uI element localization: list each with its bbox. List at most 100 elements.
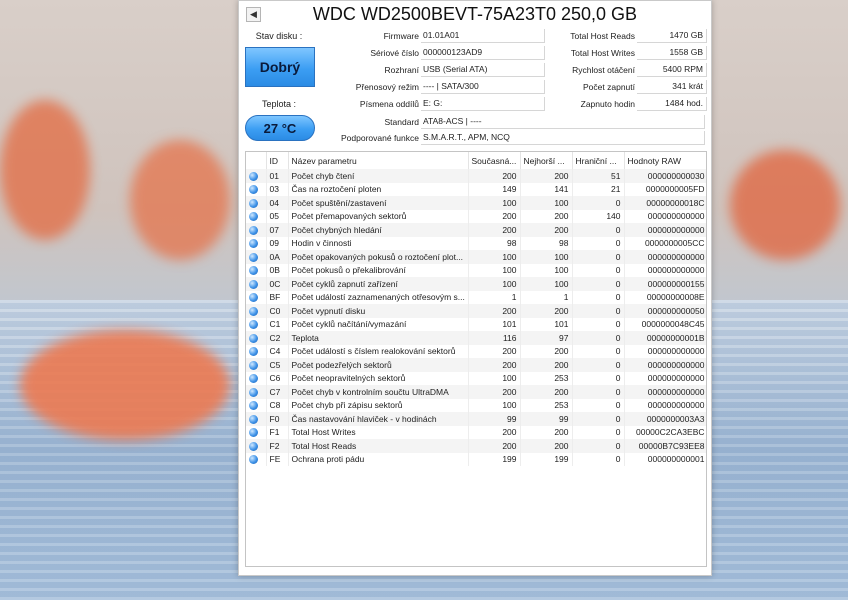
- status-badge[interactable]: Dobrý: [245, 47, 315, 87]
- attr-current: 200: [468, 169, 521, 183]
- attr-name: Počet spuštění/zastavení: [288, 196, 469, 210]
- disk-info-window: ◀ WDC WD2500BEVT-75A23T0 250,0 GB Stav d…: [238, 0, 712, 576]
- attr-name: Počet podezřelých sektorů: [288, 358, 469, 372]
- column-header-worst[interactable]: Nejhorší ...: [520, 152, 573, 169]
- attr-name: Počet chyb v kontrolním součtu UltraDMA: [288, 385, 469, 399]
- rotation-speed-label: Rychlost otáčení: [572, 65, 635, 75]
- attr-threshold: 0: [572, 236, 625, 250]
- column-header-name[interactable]: Název parametru: [288, 152, 469, 169]
- table-row[interactable]: C2 Teplota 116 97 0 00000000001B: [246, 331, 706, 345]
- attr-raw: 000000000001: [624, 452, 706, 466]
- table-row[interactable]: C4 Počet událostí s číslem realokování se…: [246, 344, 706, 358]
- power-on-hours-value: 1484 hod.: [637, 97, 707, 111]
- attr-name: Počet cyklů načítání/vymazání: [288, 317, 469, 331]
- table-row[interactable]: 07 Počet chybných hledání 200 200 0 000000000…: [246, 223, 706, 237]
- attr-raw: 000000000000: [624, 385, 706, 399]
- attr-worst: 199: [520, 452, 573, 466]
- table-row[interactable]: 03 Čas na roztočení ploten 149 141 21 0000000…: [246, 182, 706, 196]
- total-host-writes-value: 1558 GB: [637, 46, 707, 60]
- attr-raw: 000000000030: [624, 169, 706, 183]
- attr-worst: 200: [520, 439, 573, 453]
- status-dot-cell: [246, 385, 267, 399]
- table-row[interactable]: 0C Počet cyklů zapnutí zařízení 100 100 0 000…: [246, 277, 706, 291]
- table-row[interactable]: C5 Počet podezřelých sektorů 200 200 0 000000…: [246, 358, 706, 372]
- status-label: Stav disku :: [255, 31, 303, 41]
- attr-worst: 101: [520, 317, 573, 331]
- attr-id: 07: [266, 223, 289, 237]
- table-row[interactable]: 0B Počet pokusů o překalibrování 100 100 0 00…: [246, 263, 706, 277]
- status-ok-icon: [249, 414, 258, 424]
- attr-name: Počet neopravitelných sektorů: [288, 371, 469, 385]
- column-header-threshold[interactable]: Hraniční ...: [572, 152, 625, 169]
- attr-id: 0A: [266, 250, 289, 264]
- table-row[interactable]: C8 Počet chyb při zápisu sektorů 100 253 0 00…: [246, 398, 706, 412]
- status-dot-cell: [246, 371, 267, 385]
- status-ok-icon: [249, 441, 258, 451]
- column-header-raw[interactable]: Hodnoty RAW: [624, 152, 706, 169]
- attr-id: F1: [266, 425, 289, 439]
- column-header-current[interactable]: Současná...: [468, 152, 521, 169]
- temperature-label: Teplota :: [261, 99, 297, 109]
- firmware-label: Firmware: [383, 31, 419, 41]
- attr-raw: 000000000000: [624, 209, 706, 223]
- status-dot-cell: [246, 169, 267, 183]
- attr-current: 98: [468, 236, 521, 250]
- attr-name: Počet událostí zaznamenaných otřesovým s…: [288, 290, 469, 304]
- table-row[interactable]: FE Ochrana proti pádu 199 199 0 000000000001: [246, 452, 706, 466]
- window-title: WDC WD2500BEVT-75A23T0 250,0 GB: [312, 4, 638, 24]
- attr-id: C2: [266, 331, 289, 345]
- drive-letters-value: E: G:: [421, 97, 545, 111]
- table-row[interactable]: C1 Počet cyklů načítání/vymazání 101 101 0 00…: [246, 317, 706, 331]
- attr-raw: 0000000003A3: [624, 412, 706, 426]
- status-dot-cell: [246, 277, 267, 291]
- attr-raw: 00000000008E: [624, 290, 706, 304]
- table-row[interactable]: F1 Total Host Writes 200 200 0 00000C2CA3EBC: [246, 425, 706, 439]
- features-label: Podporované funkce: [341, 133, 419, 143]
- status-ok-icon: [249, 347, 258, 357]
- smart-attributes-table[interactable]: ID Název parametru Současná... Nejhorší …: [245, 151, 707, 567]
- column-header-status[interactable]: [246, 152, 267, 169]
- attr-raw: 000000000000: [624, 263, 706, 277]
- power-on-count-value: 341 krát: [637, 80, 707, 94]
- features-value: S.M.A.R.T., APM, NCQ: [421, 131, 705, 145]
- attr-threshold: 0: [572, 425, 625, 439]
- status-dot-cell: [246, 304, 267, 318]
- status-dot-cell: [246, 331, 267, 345]
- attr-current: 100: [468, 263, 521, 277]
- table-row[interactable]: 05 Počet přemapovaných sektorů 200 200 140 00…: [246, 209, 706, 223]
- table-row[interactable]: C0 Počet vypnutí disku 200 200 0 000000000050: [246, 304, 706, 318]
- table-row[interactable]: F2 Total Host Reads 200 200 0 00000B7C93EE8: [246, 439, 706, 453]
- back-arrow-icon[interactable]: ◀: [246, 7, 261, 22]
- serial-label: Sériové číslo: [370, 48, 419, 58]
- power-on-count-label: Počet zapnutí: [583, 82, 635, 92]
- attr-raw: 000000000000: [624, 223, 706, 237]
- attr-threshold: 0: [572, 439, 625, 453]
- attr-threshold: 0: [572, 358, 625, 372]
- attr-raw: 000000000000: [624, 358, 706, 372]
- attr-id: C1: [266, 317, 289, 331]
- status-ok-icon: [249, 171, 258, 181]
- temperature-badge[interactable]: 27 °C: [245, 115, 315, 141]
- table-row[interactable]: 09 Hodin v činnosti 98 98 0 0000000005CC: [246, 236, 706, 250]
- standard-label: Standard: [384, 117, 420, 127]
- table-row[interactable]: 01 Počet chyb čtení 200 200 51 000000000030: [246, 169, 706, 183]
- table-row[interactable]: F0 Čas nastavování hlaviček - v hodinách 9…: [246, 412, 706, 426]
- table-row[interactable]: C6 Počet neopravitelných sektorů 100 253 0 00…: [246, 371, 706, 385]
- table-row[interactable]: 04 Počet spuštění/zastavení 100 100 0 0000000…: [246, 196, 706, 210]
- status-dot-cell: [246, 263, 267, 277]
- table-row[interactable]: BF Počet událostí zaznamenaných otřesovým…: [246, 290, 706, 304]
- table-row[interactable]: C7 Počet chyb v kontrolním součtu UltraDM…: [246, 385, 706, 399]
- attr-worst: 200: [520, 344, 573, 358]
- column-header-id[interactable]: ID: [266, 152, 289, 169]
- status-dot-cell: [246, 398, 267, 412]
- attr-threshold: 0: [572, 250, 625, 264]
- table-body: 01 Počet chyb čtení 200 200 51 000000000030 03…: [246, 169, 706, 466]
- table-row[interactable]: 0A Počet opakovaných pokusů o roztočení p…: [246, 250, 706, 264]
- attr-id: BF: [266, 290, 289, 304]
- status-ok-icon: [249, 212, 258, 222]
- attr-threshold: 51: [572, 169, 625, 183]
- attr-current: 100: [468, 277, 521, 291]
- attr-id: 0B: [266, 263, 289, 277]
- attr-threshold: 0: [572, 452, 625, 466]
- status-dot-cell: [246, 223, 267, 237]
